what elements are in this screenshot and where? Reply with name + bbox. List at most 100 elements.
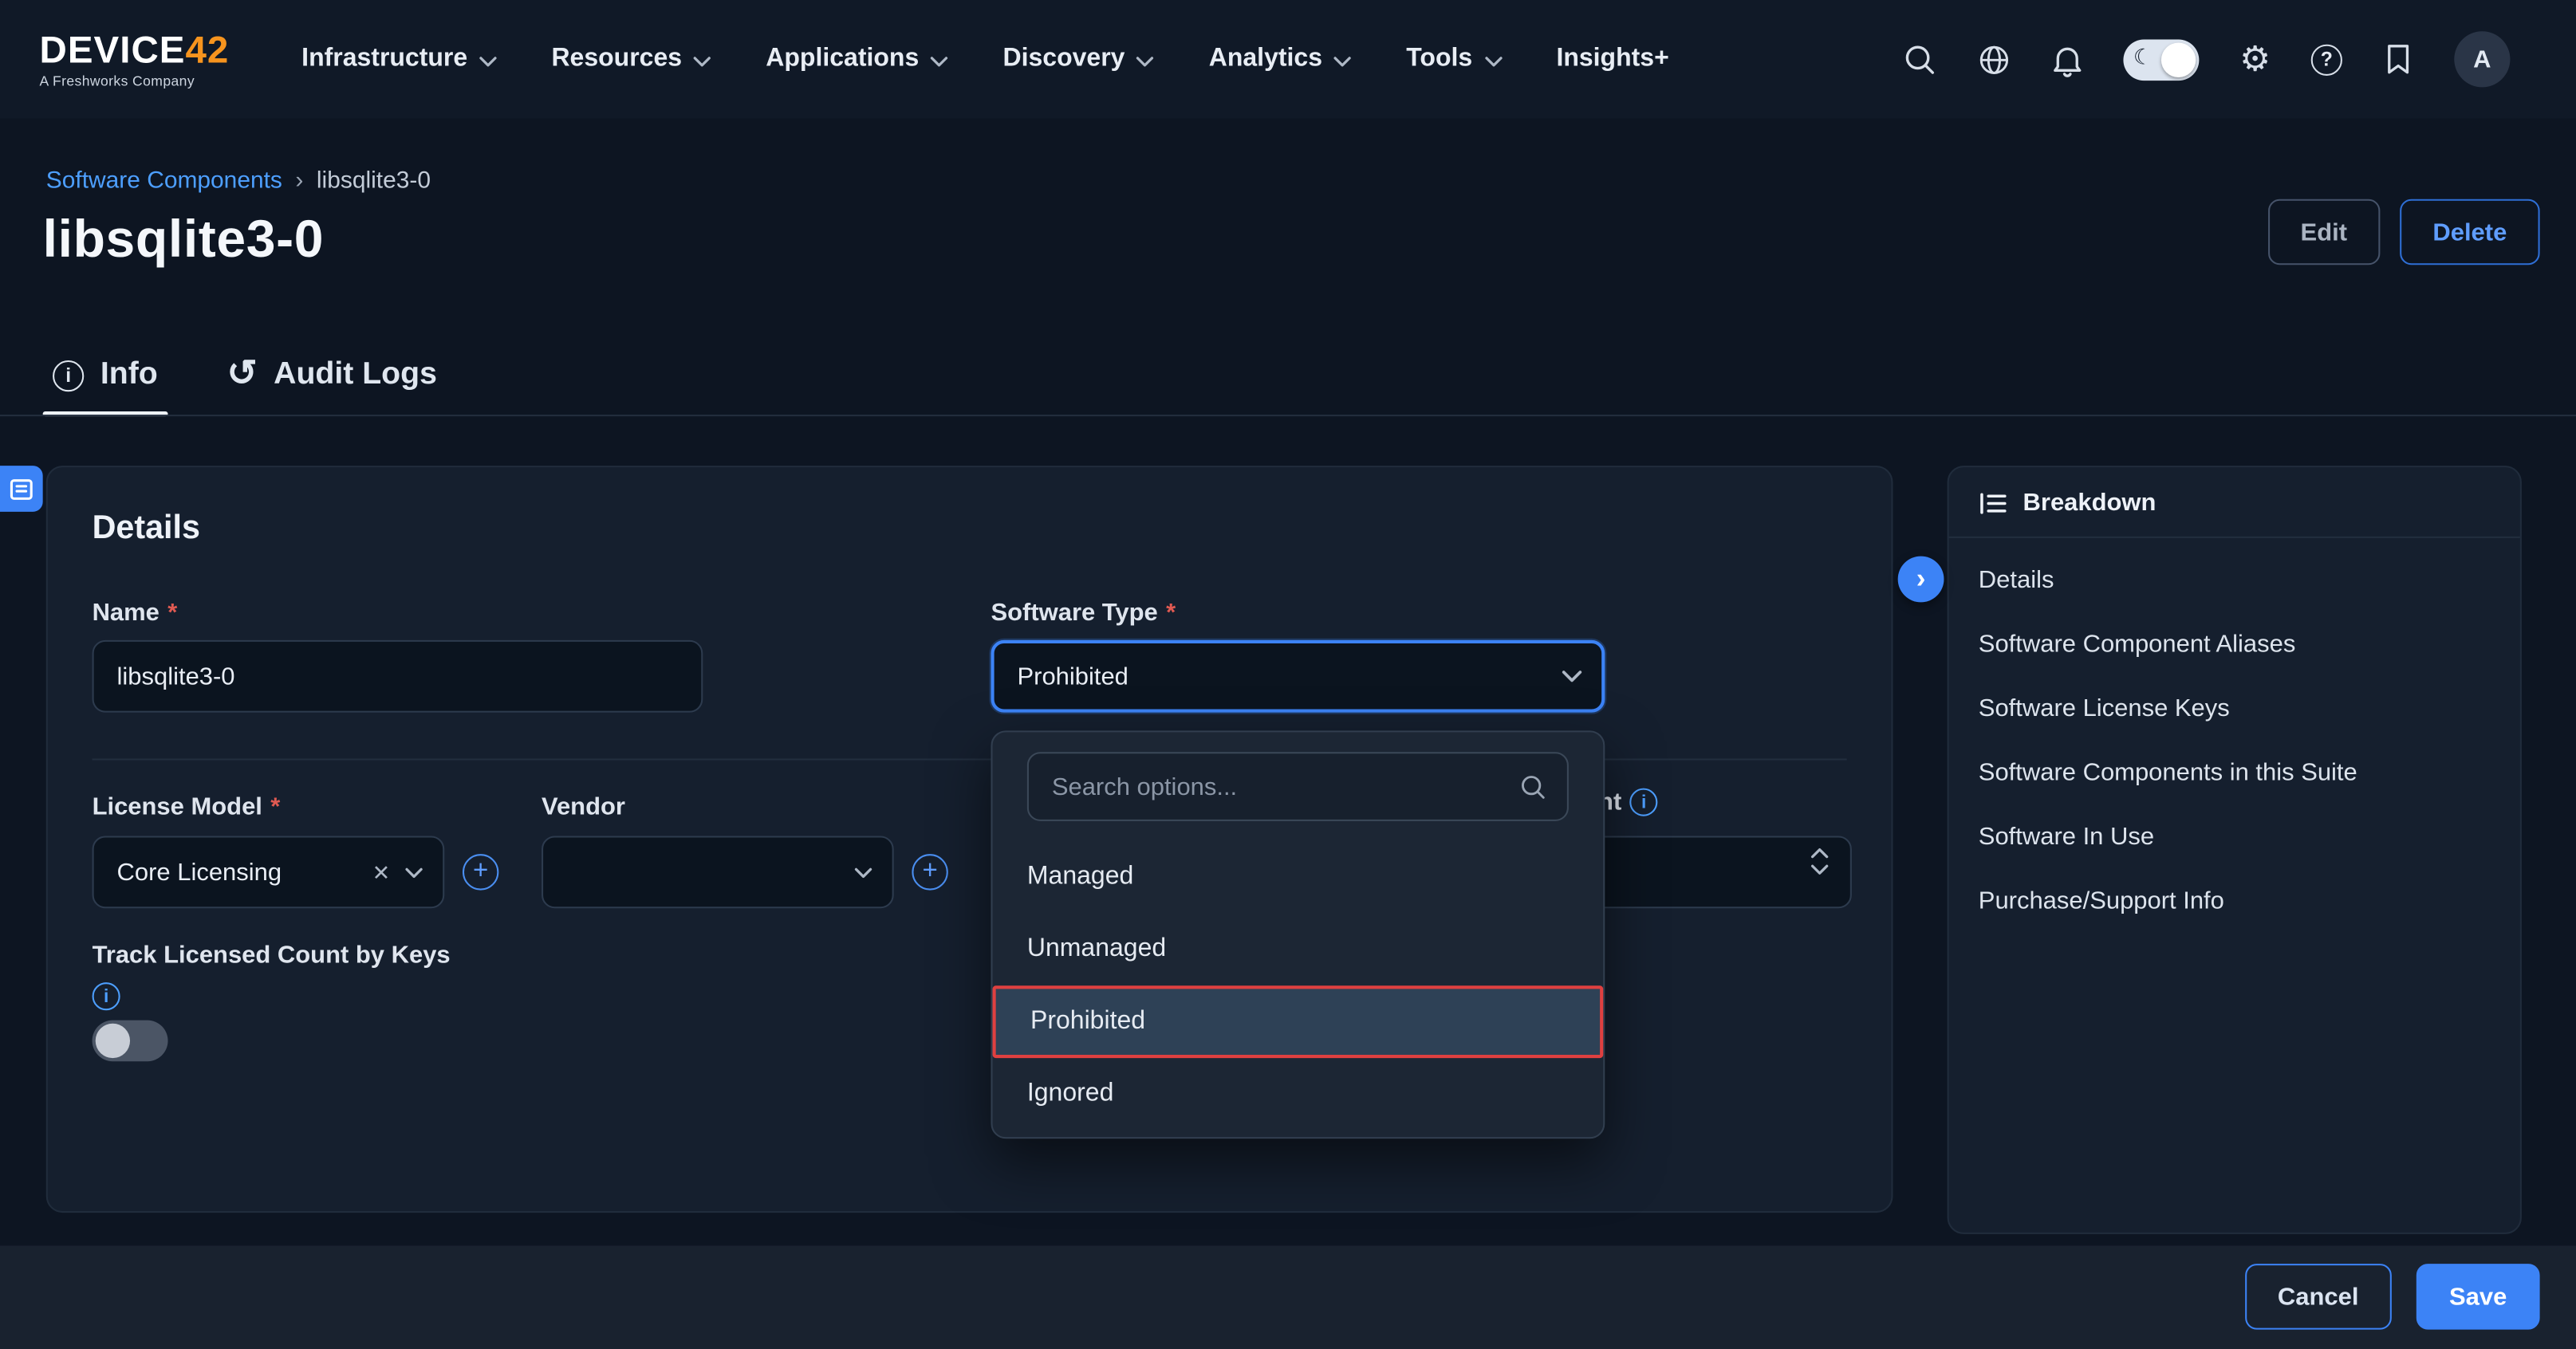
info-icon[interactable]: i xyxy=(93,982,120,1010)
breadcrumb-current: libsqlite3-0 xyxy=(317,168,431,195)
chevron-down-icon xyxy=(1484,55,1503,66)
option-ignored[interactable]: Ignored xyxy=(993,1058,1604,1131)
track-licensed-count-label: Track Licensed Count by Keys xyxy=(93,942,451,969)
breakdown-item-license-keys[interactable]: Software License Keys xyxy=(1949,676,2520,740)
chevron-down-icon xyxy=(405,867,423,878)
tab-bar: i Info ↺ Audit Logs xyxy=(43,334,447,416)
license-model-value: Core Licensing xyxy=(117,858,358,886)
chevron-down-icon xyxy=(693,55,711,66)
user-avatar[interactable]: A xyxy=(2454,31,2510,87)
tab-info[interactable]: i Info xyxy=(43,334,168,416)
options-search-input[interactable] xyxy=(1049,771,1507,802)
nav-item-discovery[interactable]: Discovery xyxy=(1003,45,1155,74)
toggle-knob xyxy=(96,1024,130,1058)
main-menu: Infrastructure Resources Applications Di… xyxy=(301,45,1669,74)
breakdown-list-icon xyxy=(1979,490,2008,516)
logo-brand-accent: 42 xyxy=(185,28,229,71)
vendor-select[interactable] xyxy=(542,836,894,908)
required-marker: * xyxy=(167,599,177,627)
track-licensed-count-toggle[interactable] xyxy=(93,1021,168,1062)
breadcrumb-parent-link[interactable]: Software Components xyxy=(46,168,282,195)
info-icon: i xyxy=(53,360,84,391)
breakdown-item-aliases[interactable]: Software Component Aliases xyxy=(1949,612,2520,676)
list-panel-icon xyxy=(10,478,33,500)
option-prohibited-selected[interactable]: Prohibited xyxy=(993,985,1604,1058)
chevron-down-icon xyxy=(1136,55,1155,66)
footer-actions: Cancel Save xyxy=(2245,1264,2540,1330)
stepper-down-icon[interactable] xyxy=(1810,864,1829,875)
app-window: DEVICE42 A Freshworks Company Infrastruc… xyxy=(0,0,2576,1349)
options-search-box[interactable] xyxy=(1027,752,1569,821)
name-input[interactable] xyxy=(93,640,703,713)
moon-icon: ☾ xyxy=(2133,44,2153,70)
software-type-dropdown[interactable]: Prohibited xyxy=(991,640,1605,713)
software-type-value: Prohibited xyxy=(1017,663,1547,690)
nav-item-insights[interactable]: Insights+ xyxy=(1556,45,1668,74)
logo-wordmark: DEVICE42 xyxy=(40,31,230,69)
logo-tagline: A Freshworks Company xyxy=(40,73,230,88)
chevron-down-icon xyxy=(479,55,498,66)
licensed-count-label-fragment: nt i xyxy=(1598,789,1658,816)
nav-item-analytics[interactable]: Analytics xyxy=(1209,45,1352,74)
cancel-button[interactable]: Cancel xyxy=(2245,1264,2392,1330)
breakdown-item-suite-components[interactable]: Software Components in this Suite xyxy=(1949,741,2520,804)
info-icon[interactable]: i xyxy=(1630,789,1658,816)
toggle-knob xyxy=(2161,42,2196,77)
name-label: Name* xyxy=(93,599,178,627)
tab-divider xyxy=(0,415,2576,416)
breakdown-list: Details Software Component Aliases Softw… xyxy=(1949,538,2520,933)
chevron-down-icon xyxy=(931,55,949,66)
delete-button[interactable]: Delete xyxy=(2400,199,2539,265)
breakdown-title: Breakdown xyxy=(2023,489,2157,517)
stepper-up-icon[interactable] xyxy=(1810,848,1829,859)
details-heading: Details xyxy=(93,510,200,548)
search-icon xyxy=(1519,773,1547,800)
chevron-down-icon xyxy=(1562,670,1582,683)
nav-item-resources[interactable]: Resources xyxy=(551,45,711,74)
add-license-model-button[interactable]: + xyxy=(463,854,498,890)
history-icon: ↺ xyxy=(226,355,257,391)
license-model-label: License Model* xyxy=(93,793,281,821)
options-list: Managed Unmanaged Prohibited Ignored xyxy=(993,841,1604,1131)
breakdown-item-purchase-support[interactable]: Purchase/Support Info xyxy=(1949,869,2520,933)
sidebar-expand-button[interactable]: › xyxy=(1898,557,1944,603)
breadcrumb-separator: › xyxy=(295,168,303,195)
help-icon[interactable]: ? xyxy=(2311,44,2342,75)
option-unmanaged[interactable]: Unmanaged xyxy=(993,913,1604,985)
bookmark-icon[interactable] xyxy=(2380,41,2416,77)
add-vendor-button[interactable]: + xyxy=(912,854,947,890)
nav-item-applications[interactable]: Applications xyxy=(766,45,948,74)
required-marker: * xyxy=(270,793,280,821)
page-header-actions: Edit Delete xyxy=(2267,199,2539,265)
page-title: libsqlite3-0 xyxy=(43,209,324,269)
action-footer: Cancel Save xyxy=(0,1245,2576,1349)
search-icon[interactable] xyxy=(1901,41,1937,77)
globe-icon[interactable] xyxy=(1975,41,2011,77)
stepper-arrows xyxy=(1810,848,1829,875)
chevron-down-icon xyxy=(854,867,872,878)
edit-button[interactable]: Edit xyxy=(2267,199,2380,265)
side-panel-flag-button[interactable] xyxy=(0,466,43,512)
breakdown-item-details[interactable]: Details xyxy=(1949,548,2520,612)
settings-gear-icon[interactable]: ⚙ xyxy=(2237,41,2273,77)
theme-toggle[interactable]: ☾ xyxy=(2123,39,2199,81)
tab-info-label: Info xyxy=(100,357,158,393)
breakdown-panel: Breakdown Details Software Component Ali… xyxy=(1948,466,2522,1234)
nav-item-infrastructure[interactable]: Infrastructure xyxy=(301,45,497,74)
device42-logo[interactable]: DEVICE42 A Freshworks Company xyxy=(40,31,230,88)
top-navbar: DEVICE42 A Freshworks Company Infrastruc… xyxy=(0,0,2576,119)
option-managed[interactable]: Managed xyxy=(993,841,1604,914)
breakdown-header: Breakdown xyxy=(1949,467,2520,538)
tab-audit-logs[interactable]: ↺ Audit Logs xyxy=(217,334,447,416)
navbar-actions: ☾ ⚙ ? A xyxy=(1901,31,2511,87)
clear-icon[interactable]: ✕ xyxy=(372,861,391,883)
required-marker: * xyxy=(1166,599,1176,627)
breakdown-item-software-in-use[interactable]: Software In Use xyxy=(1949,804,2520,868)
save-button[interactable]: Save xyxy=(2416,1264,2540,1330)
notifications-bell-icon[interactable] xyxy=(2050,41,2086,77)
chevron-down-icon xyxy=(1333,55,1352,66)
nav-item-tools[interactable]: Tools xyxy=(1406,45,1502,74)
license-model-combobox[interactable]: Core Licensing ✕ xyxy=(93,836,445,908)
software-type-label: Software Type* xyxy=(991,599,1176,627)
details-card: Details Name* License Model* Core Licens… xyxy=(46,466,1893,1213)
